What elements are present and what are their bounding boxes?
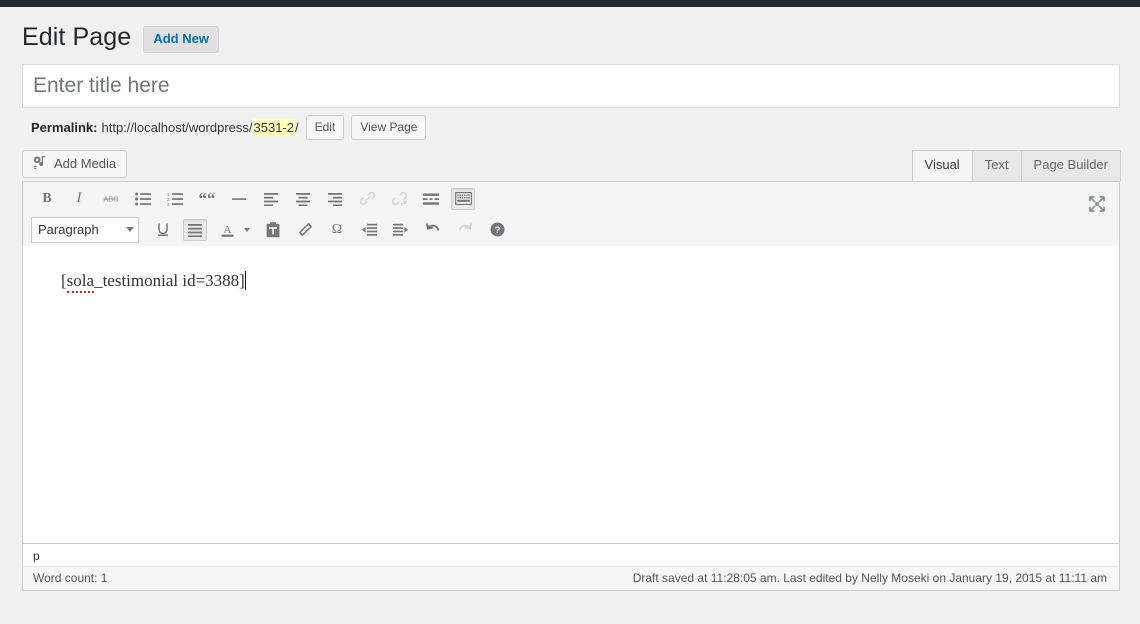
keyboard-shortcuts-icon[interactable]: [451, 187, 475, 210]
chevron-down-icon: [126, 227, 134, 232]
page-header: Edit Page Add New: [22, 7, 1120, 64]
toolbar-row-2: Paragraph A Ω ?: [23, 214, 1119, 246]
blockquote-icon[interactable]: ““: [195, 188, 219, 210]
tab-text[interactable]: Text: [971, 149, 1022, 181]
bulleted-list-icon[interactable]: [131, 188, 155, 210]
align-left-icon[interactable]: [259, 188, 283, 210]
media-icon: [32, 155, 48, 171]
italic-icon[interactable]: I: [67, 188, 91, 210]
read-more-icon[interactable]: [419, 188, 443, 210]
paste-as-text-icon[interactable]: [261, 219, 285, 241]
strikethrough-icon[interactable]: ABC: [99, 188, 123, 210]
align-right-icon[interactable]: [323, 188, 347, 210]
help-icon[interactable]: ?: [485, 219, 509, 241]
redo-icon[interactable]: [453, 219, 477, 241]
add-new-button[interactable]: Add New: [143, 25, 219, 53]
paragraph-format-value: Paragraph: [38, 222, 99, 237]
view-page-button[interactable]: View Page: [351, 114, 427, 140]
indent-icon[interactable]: [389, 219, 413, 241]
clear-formatting-icon[interactable]: [293, 219, 317, 241]
svg-text:?: ?: [494, 225, 500, 236]
editor-toolbar: B I ABC 123 ““ Paragraph A Ω ?: [22, 180, 1120, 246]
align-justify-icon[interactable]: [183, 218, 207, 241]
paragraph-format-select[interactable]: Paragraph: [31, 216, 139, 243]
text-color-dropdown-icon[interactable]: [241, 219, 253, 241]
svg-text:3: 3: [167, 202, 170, 206]
shortcode-open-bracket: [: [61, 270, 67, 290]
toolbar-row-1: B I ABC 123 ““: [23, 184, 1119, 214]
horizontal-rule-icon[interactable]: [227, 188, 251, 210]
underline-icon[interactable]: [151, 219, 175, 241]
fullscreen-icon[interactable]: [1087, 194, 1109, 216]
page-title: Edit Page: [22, 23, 132, 51]
link-icon[interactable]: [355, 188, 379, 210]
undo-icon[interactable]: [421, 219, 445, 241]
tab-page-builder[interactable]: Page Builder: [1020, 149, 1121, 181]
text-color-icon[interactable]: A: [215, 219, 239, 241]
outdent-icon[interactable]: [357, 219, 381, 241]
permalink-slug[interactable]: 3531-2: [252, 118, 295, 136]
editor-status-bar: Word count: 1 Draft saved at 11:28:05 am…: [22, 566, 1120, 591]
editor-tabs: Visual Text Page Builder: [911, 149, 1121, 181]
permalink-base-url: http://localhost/wordpress/: [101, 119, 253, 135]
misspelled-word: sola: [66, 270, 95, 293]
special-character-icon[interactable]: Ω: [325, 219, 349, 241]
unlink-icon[interactable]: [387, 188, 411, 210]
svg-text:A: A: [223, 224, 231, 236]
bold-icon[interactable]: B: [35, 188, 59, 210]
media-and-tabs-row: Add Media Visual Text Page Builder: [22, 147, 1121, 181]
editor-content-area[interactable]: [sola_testimonial id=3388]: [22, 245, 1120, 543]
edit-permalink-button[interactable]: Edit: [305, 114, 345, 140]
add-media-label: Add Media: [54, 155, 117, 171]
tab-visual[interactable]: Visual: [911, 149, 973, 181]
permalink-trailing-slash: /: [295, 119, 299, 135]
word-count: Word count: 1: [33, 570, 108, 585]
permalink-row: Permalink: http://localhost/wordpress/35…: [22, 108, 1120, 140]
align-center-icon[interactable]: [291, 188, 315, 210]
post-title-input[interactable]: [22, 63, 1120, 108]
text-cursor: [244, 270, 246, 290]
admin-bar: [0, 0, 1140, 7]
element-path: p: [33, 548, 40, 563]
shortcode-remainder: _testimonial id=3388]: [94, 270, 245, 290]
permalink-label: Permalink:: [31, 119, 98, 135]
save-status: Draft saved at 11:28:05 am. Last edited …: [632, 570, 1107, 585]
numbered-list-icon[interactable]: 123: [163, 188, 187, 210]
element-path-bar: p: [22, 542, 1120, 567]
page-wrap: Edit Page Add New Permalink: http://loca…: [0, 7, 1140, 591]
editor-paragraph[interactable]: [sola_testimonial id=3388]: [61, 268, 246, 294]
editor-shell: Add Media Visual Text Page Builder B I A…: [22, 147, 1121, 591]
add-media-button[interactable]: Add Media: [22, 149, 128, 178]
